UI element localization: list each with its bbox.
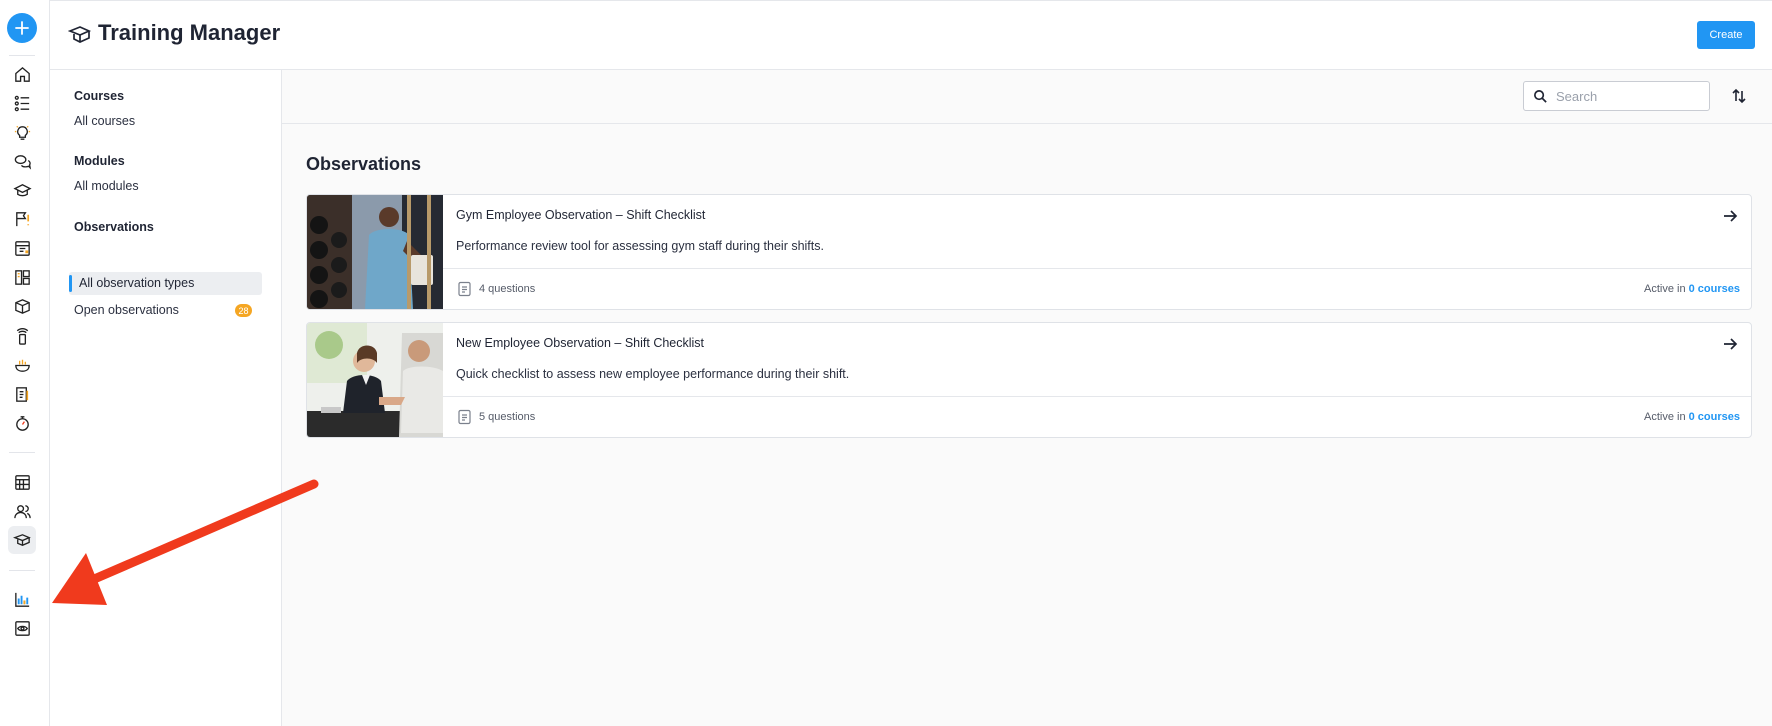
nav-link-all-courses[interactable]: All courses (74, 114, 135, 128)
search-input[interactable] (1556, 87, 1701, 105)
document-icon (15, 386, 28, 402)
active-in-label: Active in (1643, 411, 1686, 423)
graduation-cap-icon (12, 183, 32, 196)
plus-icon (15, 21, 29, 35)
nav-heading-observations: Observations (74, 220, 154, 234)
chat-icon (14, 154, 31, 170)
nav-link-label: All observation types (79, 276, 195, 290)
sort-icon[interactable] (1729, 86, 1749, 106)
box-icon (14, 298, 30, 314)
card-thumbnail-handshake (307, 323, 443, 437)
card-description: Performance review tool for assessing gy… (456, 239, 824, 253)
active-in-label: Active in (1643, 283, 1686, 295)
rail-item-timer[interactable] (8, 409, 36, 437)
calendar-icon (14, 240, 30, 256)
list-toolbar (282, 70, 1772, 124)
icon-rail (0, 0, 50, 726)
active-in-courses: Active in 0 courses (1644, 283, 1740, 295)
home-icon (14, 66, 30, 82)
question-count: 4 questions (479, 283, 536, 295)
rail-item-schedule[interactable] (8, 468, 36, 496)
nav-heading-courses: Courses (74, 89, 125, 103)
question-count: 5 questions (479, 411, 536, 423)
rail-item-food[interactable] (8, 351, 36, 379)
rail-item-layout[interactable] (8, 263, 36, 291)
arrow-right-icon[interactable] (1721, 335, 1739, 353)
nav-link-all-observation-types[interactable]: All observation types (69, 272, 262, 295)
food-icon (14, 359, 30, 372)
document-icon (458, 281, 471, 297)
lightbulb-icon (14, 125, 30, 140)
observation-card[interactable]: Gym Employee Observation – Shift Checkli… (306, 194, 1752, 310)
rail-item-ideas[interactable] (8, 118, 36, 146)
chart-icon (14, 592, 29, 607)
rail-item-training-manager[interactable] (8, 526, 36, 554)
layout-icon (14, 269, 30, 285)
card-title[interactable]: New Employee Observation – Shift Checkli… (456, 336, 704, 350)
nav-heading-modules: Modules (74, 154, 125, 168)
rail-item-calendar[interactable] (8, 234, 36, 262)
flag-icon (15, 211, 29, 226)
card-divider (443, 268, 1751, 269)
rail-item-documents[interactable] (8, 380, 36, 408)
card-description: Quick checklist to assess new employee p… (456, 367, 850, 381)
search-icon (1534, 90, 1547, 103)
add-button[interactable] (7, 13, 37, 43)
app-root: Training Manager Create Courses All cour… (0, 0, 1772, 726)
rail-item-people[interactable] (8, 497, 36, 525)
rail-divider (9, 55, 35, 56)
eye-icon (14, 620, 30, 636)
rail-item-inventory[interactable] (8, 292, 36, 320)
search-box (1523, 81, 1710, 111)
active-indicator (69, 275, 72, 292)
courses-link[interactable]: 0 courses (1689, 283, 1740, 295)
active-in-courses: Active in 0 courses (1644, 411, 1740, 423)
rail-item-flags[interactable] (8, 205, 36, 233)
card-title[interactable]: Gym Employee Observation – Shift Checkli… (456, 208, 705, 222)
top-header: Training Manager Create (50, 0, 1772, 70)
rail-item-reports[interactable] (8, 585, 36, 613)
schedule-icon (14, 474, 30, 490)
page-header-title: Training Manager (98, 20, 281, 45)
observation-card[interactable]: New Employee Observation – Shift Checkli… (306, 322, 1752, 438)
arrow-right-icon[interactable] (1721, 207, 1739, 225)
rail-item-view[interactable] (8, 614, 36, 642)
rail-item-chat[interactable] (8, 147, 36, 175)
nav-link-all-modules[interactable]: All modules (74, 179, 139, 193)
rail-item-home[interactable] (8, 60, 36, 88)
card-thumbnail-gym (307, 195, 443, 309)
rail-item-learning[interactable] (8, 176, 36, 204)
rail-item-tags[interactable] (8, 322, 36, 350)
rail-divider (9, 570, 35, 571)
courses-link[interactable]: 0 courses (1689, 411, 1740, 423)
section-nav: Courses All courses Modules All modules … (50, 70, 282, 726)
timer-icon (15, 415, 29, 431)
training-manager-icon (68, 26, 92, 43)
card-divider (443, 396, 1751, 397)
people-icon (13, 504, 31, 518)
create-button[interactable]: Create (1697, 21, 1755, 49)
checklist-icon (14, 95, 29, 111)
training-manager-icon (12, 533, 31, 546)
document-icon (458, 409, 471, 425)
observations-title: Observations (306, 154, 422, 174)
open-observations-count-badge: 28 (235, 304, 252, 317)
rail-item-checklist[interactable] (8, 89, 36, 117)
tag-icon (16, 327, 28, 345)
nav-link-open-observations[interactable]: Open observations (74, 303, 179, 317)
rail-divider (9, 452, 35, 453)
